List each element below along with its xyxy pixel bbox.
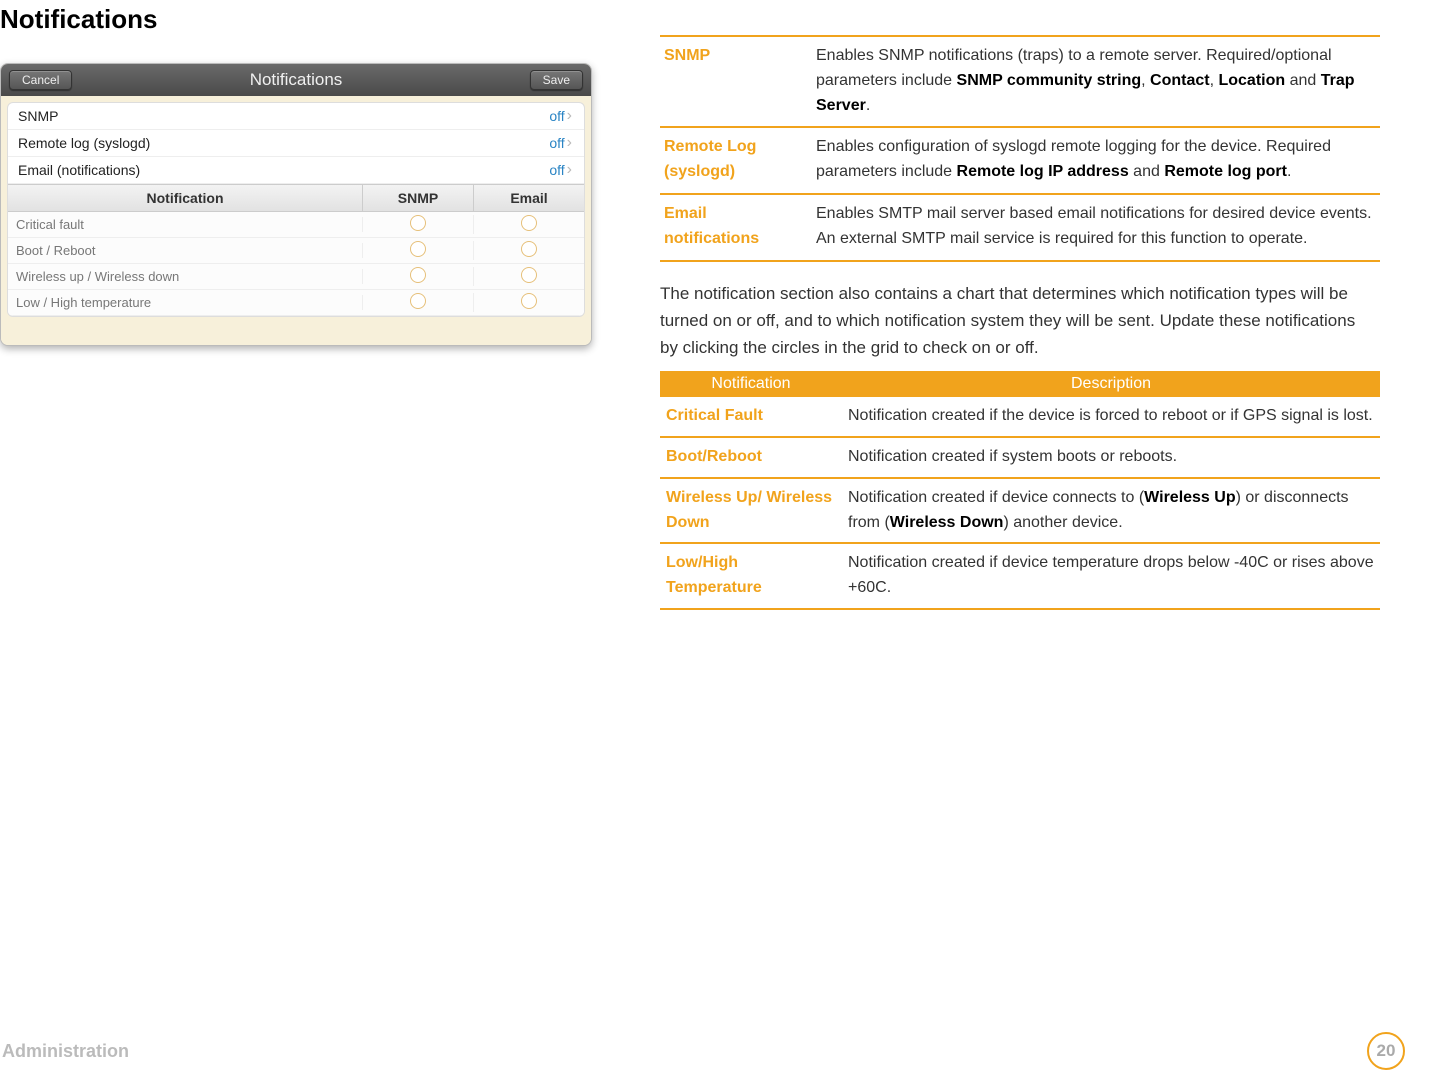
definition-label: Remote Log (syslogd) <box>660 127 812 194</box>
toggle-snmp-boot[interactable] <box>410 241 426 257</box>
notif-header-name: Notification <box>660 371 842 397</box>
notifications-panel: Cancel Notifications Save SNMP off › Rem… <box>0 63 592 346</box>
paragraph: The notification section also contains a… <box>660 280 1380 362</box>
page-footer: Administration 20 <box>0 1032 1433 1070</box>
grid-cell-label: Wireless up / Wireless down <box>8 269 363 284</box>
grid-cell-label: Critical fault <box>8 217 363 232</box>
save-button[interactable]: Save <box>530 70 583 90</box>
panel-header: Cancel Notifications Save <box>1 64 591 96</box>
page-title: Notifications <box>0 4 640 35</box>
definition-description: Enables SNMP notifications (traps) to a … <box>812 36 1380 127</box>
panel-footer <box>1 323 591 345</box>
definition-description: Enables SMTP mail server based email not… <box>812 194 1380 261</box>
grid-row-boot: Boot / Reboot <box>8 238 584 264</box>
grid-row-critical-fault: Critical fault <box>8 212 584 238</box>
grid-cell-label: Boot / Reboot <box>8 243 363 258</box>
grid-header: Notification SNMP Email <box>8 184 584 212</box>
setting-label: SNMP <box>18 108 58 124</box>
toggle-email-wireless[interactable] <box>521 267 537 283</box>
toggle-email-temp[interactable] <box>521 293 537 309</box>
definition-description: Enables configuration of syslogd remote … <box>812 127 1380 194</box>
setting-remote-log[interactable]: Remote log (syslogd) off › <box>8 130 584 157</box>
chevron-right-icon: › <box>567 107 572 125</box>
panel-body: SNMP off › Remote log (syslogd) off › Em… <box>7 102 585 317</box>
cancel-button[interactable]: Cancel <box>9 70 72 90</box>
setting-snmp[interactable]: SNMP off › <box>8 103 584 130</box>
page-number: 20 <box>1367 1032 1405 1070</box>
notif-header-desc: Description <box>842 371 1380 397</box>
section-name: Administration <box>2 1041 129 1062</box>
definitions-table: SNMPEnables SNMP notifications (traps) t… <box>660 35 1380 262</box>
notif-row-label: Critical Fault <box>660 397 842 437</box>
setting-value: off › <box>549 107 572 125</box>
setting-email[interactable]: Email (notifications) off › <box>8 157 584 184</box>
notif-row-description: Notification created if device temperatu… <box>842 543 1380 609</box>
notif-row-label: Wireless Up/ Wireless Down <box>660 478 842 544</box>
grid-header-email: Email <box>474 185 584 211</box>
toggle-email-boot[interactable] <box>521 241 537 257</box>
toggle-email-critical[interactable] <box>521 215 537 231</box>
chevron-right-icon: › <box>567 161 572 179</box>
grid-row-wireless: Wireless up / Wireless down <box>8 264 584 290</box>
toggle-snmp-temp[interactable] <box>410 293 426 309</box>
notif-row-label: Boot/Reboot <box>660 437 842 478</box>
grid-row-temperature: Low / High temperature <box>8 290 584 316</box>
chevron-right-icon: › <box>567 134 572 152</box>
grid-header-snmp: SNMP <box>363 185 474 211</box>
notif-row-description: Notification created if device connects … <box>842 478 1380 544</box>
notifications-table: Notification Description Critical FaultN… <box>660 371 1380 610</box>
notif-row-label: Low/High Temperature <box>660 543 842 609</box>
notif-row-description: Notification created if system boots or … <box>842 437 1380 478</box>
setting-label: Remote log (syslogd) <box>18 135 150 151</box>
notif-row-description: Notification created if the device is fo… <box>842 397 1380 437</box>
panel-title: Notifications <box>1 70 591 90</box>
grid-cell-label: Low / High temperature <box>8 295 363 310</box>
definition-label: Email notifications <box>660 194 812 261</box>
toggle-snmp-critical[interactable] <box>410 215 426 231</box>
setting-value: off › <box>549 161 572 179</box>
toggle-snmp-wireless[interactable] <box>410 267 426 283</box>
setting-label: Email (notifications) <box>18 162 140 178</box>
setting-value: off › <box>549 134 572 152</box>
definition-label: SNMP <box>660 36 812 127</box>
grid-header-notification: Notification <box>8 185 363 211</box>
